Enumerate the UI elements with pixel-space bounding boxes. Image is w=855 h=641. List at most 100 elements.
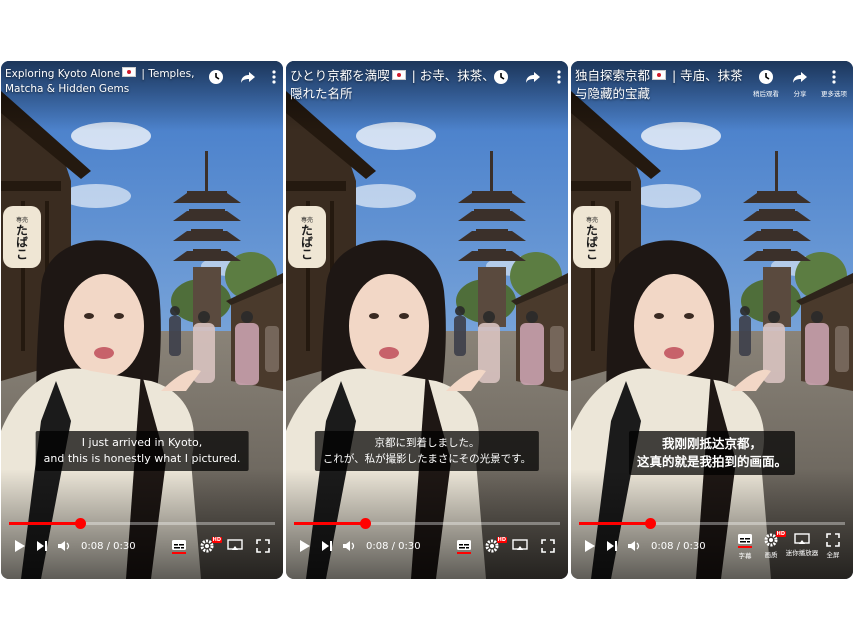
volume-icon [343,541,355,551]
progress-scrubber-handle[interactable] [360,518,372,529]
next-button[interactable] [316,535,338,557]
more-options-button[interactable] [269,69,279,85]
skip-next-icon [322,541,332,551]
skip-next-icon [37,541,47,551]
captions-button[interactable] [167,539,191,554]
video-title[interactable]: Exploring Kyoto Alone | Temples, Matcha … [5,67,217,97]
clock-icon [759,70,773,84]
lantern-sign: 専売 たばこ [3,206,41,268]
captions-label: 字幕 [738,551,752,560]
miniplayer-label: 迷你播放器 [785,548,819,557]
captions-active-indicator [172,551,186,554]
top-actions [205,69,279,85]
fullscreen-label: 全屏 [826,550,840,559]
lantern-sign-text: たばこ [584,223,599,260]
progress-scrubber-handle[interactable] [645,518,657,529]
captions-icon [457,539,471,550]
subtitle-caption: I just arrived in Kyoto, and this is hon… [35,431,249,471]
miniplayer-button[interactable] [223,538,247,551]
next-button[interactable] [31,535,53,557]
share-arrow-icon [793,72,807,83]
video-title[interactable]: ひとり京都を満喫 | お寺、抹茶、隠れた名所 [290,67,502,103]
fullscreen-button[interactable] [536,538,560,553]
japan-flag-icon [652,70,667,80]
more-options-button[interactable] [554,69,564,85]
volume-icon [628,541,640,551]
volume-button[interactable] [53,535,75,557]
watch-later-button[interactable] [205,69,227,85]
lantern-sign-text: たばこ [299,223,314,260]
video-title[interactable]: 独自探索京都 | 寺庙、抹茶与隐藏的宝藏 [575,67,755,103]
settings-button[interactable]: HD 画质 [759,530,786,559]
hd-badge: HD [775,530,786,537]
progress-bar[interactable] [579,518,845,529]
progress-scrubber-handle[interactable] [75,518,87,529]
share-arrow-icon [241,72,255,83]
progress-bar[interactable] [9,518,275,529]
lantern-sign-small: 専売 [300,216,313,224]
lantern-sign: 専売 たばこ [573,206,611,268]
miniplayer-icon [512,538,528,550]
play-icon [300,540,310,552]
time-display: 0:08 / 0:30 [81,540,136,552]
play-button[interactable] [294,535,316,557]
share-button[interactable]: 分享 [789,69,811,98]
lantern-sign: 専売 たばこ [288,206,326,268]
play-button[interactable] [579,535,601,557]
caption-line-1: 京都に到着しました。 [374,437,480,449]
miniplayer-button[interactable] [508,538,532,551]
captions-button[interactable] [452,539,476,554]
settings-button[interactable]: HD [480,536,507,553]
fullscreen-button[interactable] [251,538,275,553]
volume-button[interactable] [338,535,360,557]
player-controls: 0:08 / 0:30 HD [9,535,275,557]
video-title-text: ひとり京都を満喫 [290,68,390,83]
miniplayer-button[interactable]: 迷你播放器 [785,532,819,557]
caption-line-2: and this is honestly what I pictured. [43,452,241,465]
captions-icon [738,533,752,544]
share-button[interactable] [237,69,259,85]
caption-line-1: I just arrived in Kyoto, [81,436,203,449]
caption-line-2: これが、私が撮影したまさにその光景です。 [322,453,532,465]
progress-bar[interactable] [294,518,560,529]
settings-label: 画质 [764,550,778,559]
fullscreen-icon [826,532,840,547]
share-arrow-icon [526,72,540,83]
skip-next-icon [607,541,617,551]
subtitle-caption: 我刚刚抵达京都， 这真的就是我拍到的画面。 [628,431,796,475]
caption-line-2: 这真的就是我拍到的画面。 [636,454,788,469]
watch-later-button[interactable]: 稍后观看 [751,69,781,98]
captions-icon [172,539,186,550]
top-actions: 稍后观看 分享 更多选项 [751,69,849,98]
progress-played [294,522,366,525]
more-options-label: 更多选项 [821,90,847,98]
play-icon [15,540,25,552]
play-button[interactable] [9,535,31,557]
settings-button[interactable]: HD [195,536,222,553]
watch-later-button[interactable] [490,69,512,85]
lantern-sign-text: たばこ [14,223,29,260]
video-player-panel-chinese: 専売 たばこ 独自探索京都 | 寺庙、抹茶与隐藏的宝藏 稍后观看 分享 更多选项… [571,61,853,579]
fullscreen-icon [541,538,555,553]
next-button[interactable] [601,535,623,557]
progress-played [579,522,651,525]
play-icon [585,540,595,552]
hd-badge: HD [496,536,507,543]
more-vertical-icon [557,70,561,84]
top-actions [490,69,564,85]
captions-active-indicator [457,551,471,554]
fullscreen-icon [256,538,270,553]
clock-icon [494,70,508,84]
video-title-text: 独自探索京都 [575,68,651,83]
share-button[interactable] [522,69,544,85]
captions-active-indicator [738,545,752,548]
video-player-panel-japanese: 専売 たばこ ひとり京都を満喫 | お寺、抹茶、隠れた名所 京都に到着しました。… [286,61,568,579]
captions-button[interactable]: 字幕 [733,533,757,560]
hd-badge: HD [211,536,222,543]
volume-button[interactable] [623,535,645,557]
player-controls: 0:08 / 0:30 字幕 HD 画质 迷你播放器 全屏 [579,530,845,560]
clock-icon [209,70,223,84]
more-options-button[interactable]: 更多选项 [819,69,849,98]
lantern-sign-small: 専売 [15,216,28,224]
fullscreen-button[interactable]: 全屏 [821,532,845,559]
